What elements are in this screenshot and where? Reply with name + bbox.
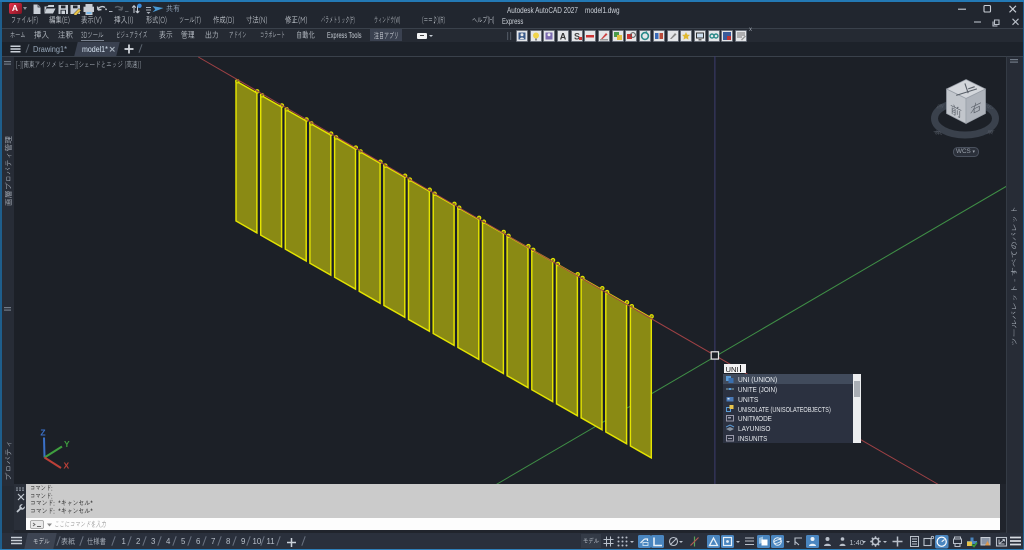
svg-text:X: X (63, 460, 69, 470)
svg-text:A: A (560, 31, 567, 41)
svg-text:Z: Z (40, 427, 45, 437)
svg-text:Y: Y (64, 439, 70, 449)
